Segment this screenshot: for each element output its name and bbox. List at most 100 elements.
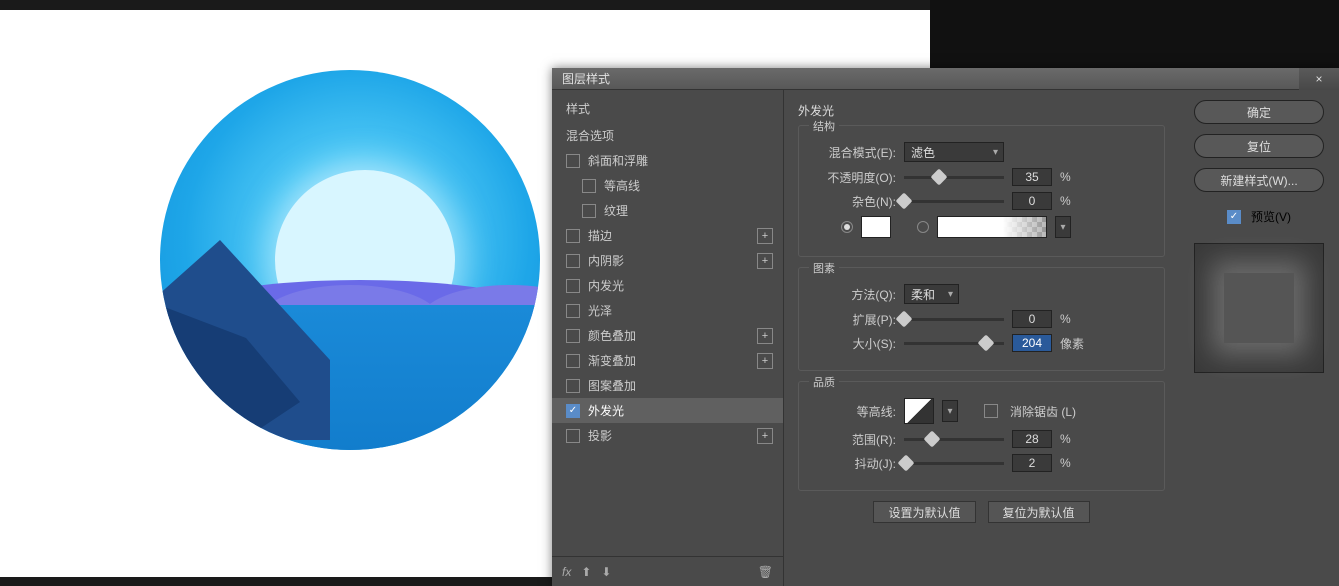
style-contour[interactable]: 等高线 bbox=[552, 173, 783, 198]
dialog-buttons: 确定 复位 新建样式(W)... ✓ 预览(V) bbox=[1179, 90, 1339, 586]
checkbox[interactable] bbox=[566, 304, 580, 318]
preview-label: 预览(V) bbox=[1251, 208, 1291, 225]
size-slider[interactable] bbox=[904, 342, 1004, 345]
noise-input[interactable] bbox=[1012, 192, 1052, 210]
contour-picker[interactable] bbox=[904, 398, 934, 424]
unit-label: % bbox=[1060, 170, 1090, 184]
contour-dropdown[interactable]: ▾ bbox=[942, 400, 958, 422]
color-radio[interactable] bbox=[841, 221, 853, 233]
style-texture[interactable]: 纹理 bbox=[552, 198, 783, 223]
ok-button[interactable]: 确定 bbox=[1194, 100, 1324, 124]
gradient-radio[interactable] bbox=[917, 221, 929, 233]
range-label: 范围(R): bbox=[811, 431, 896, 448]
checkbox-checked[interactable]: ✓ bbox=[566, 404, 580, 418]
trash-icon[interactable]: 🗑 bbox=[758, 565, 773, 579]
dialog-titlebar[interactable]: 图层样式 × bbox=[552, 68, 1339, 90]
styles-footer: fx ⬆ ⬇ 🗑 bbox=[552, 556, 783, 586]
fx-icon[interactable]: fx bbox=[562, 565, 571, 579]
group-label: 图素 bbox=[809, 260, 839, 276]
jitter-slider[interactable] bbox=[904, 462, 1004, 465]
artwork-circle bbox=[160, 70, 540, 450]
structure-group: 结构 混合模式(E): 滤色 不透明度(O): % 杂色(N): % bbox=[798, 125, 1165, 257]
spread-slider[interactable] bbox=[904, 318, 1004, 321]
color-swatch[interactable] bbox=[861, 216, 891, 238]
preview-checkbox[interactable]: ✓ bbox=[1227, 210, 1241, 224]
size-input[interactable] bbox=[1012, 334, 1052, 352]
unit-label: % bbox=[1060, 312, 1090, 326]
style-stroke[interactable]: 描边+ bbox=[552, 223, 783, 248]
opacity-label: 不透明度(O): bbox=[811, 169, 896, 186]
jitter-input[interactable] bbox=[1012, 454, 1052, 472]
technique-label: 方法(Q): bbox=[811, 286, 896, 303]
checkbox[interactable] bbox=[566, 429, 580, 443]
checkbox[interactable] bbox=[566, 354, 580, 368]
style-gradient-overlay[interactable]: 渐变叠加+ bbox=[552, 348, 783, 373]
dialog-title: 图层样式 bbox=[562, 70, 610, 87]
add-icon[interactable]: + bbox=[757, 328, 773, 344]
jitter-label: 抖动(J): bbox=[811, 455, 896, 472]
style-inner-shadow[interactable]: 内阴影+ bbox=[552, 248, 783, 273]
noise-slider[interactable] bbox=[904, 200, 1004, 203]
style-drop-shadow[interactable]: 投影+ bbox=[552, 423, 783, 448]
arrow-down-icon[interactable]: ⬇ bbox=[601, 565, 611, 579]
new-style-button[interactable]: 新建样式(W)... bbox=[1194, 168, 1324, 192]
arrow-up-icon[interactable]: ⬆ bbox=[581, 565, 591, 579]
reset-default-button[interactable]: 复位为默认值 bbox=[988, 501, 1090, 523]
preview-swatch bbox=[1224, 273, 1294, 343]
gradient-dropdown[interactable]: ▾ bbox=[1055, 216, 1071, 238]
technique-select[interactable]: 柔和 bbox=[904, 284, 959, 304]
range-input[interactable] bbox=[1012, 430, 1052, 448]
opacity-slider[interactable] bbox=[904, 176, 1004, 179]
make-default-button[interactable]: 设置为默认值 bbox=[873, 501, 975, 523]
style-inner-glow[interactable]: 内发光 bbox=[552, 273, 783, 298]
add-icon[interactable]: + bbox=[757, 253, 773, 269]
preview-box bbox=[1194, 243, 1324, 373]
unit-label: 像素 bbox=[1060, 335, 1090, 352]
spread-input[interactable] bbox=[1012, 310, 1052, 328]
styles-list: 样式 混合选项 斜面和浮雕 等高线 纹理 描边+ 内阴影+ 内发光 光泽 颜色叠… bbox=[552, 90, 784, 586]
dialog-body: 样式 混合选项 斜面和浮雕 等高线 纹理 描边+ 内阴影+ 内发光 光泽 颜色叠… bbox=[552, 90, 1339, 586]
checkbox[interactable] bbox=[566, 229, 580, 243]
gradient-swatch[interactable] bbox=[937, 216, 1047, 238]
unit-label: % bbox=[1060, 456, 1090, 470]
antialias-label: 消除锯齿 (L) bbox=[1010, 403, 1076, 420]
elements-group: 图素 方法(Q): 柔和 扩展(P): % 大小(S): 像素 bbox=[798, 267, 1165, 371]
cancel-button[interactable]: 复位 bbox=[1194, 134, 1324, 158]
add-icon[interactable]: + bbox=[757, 353, 773, 369]
range-slider[interactable] bbox=[904, 438, 1004, 441]
outer-glow-settings: 外发光 结构 混合模式(E): 滤色 不透明度(O): % 杂色(N): bbox=[784, 90, 1179, 586]
noise-label: 杂色(N): bbox=[811, 193, 896, 210]
section-title: 外发光 bbox=[798, 102, 1165, 119]
quality-group: 品质 等高线: ▾ 消除锯齿 (L) 范围(R): % 抖动(J): bbox=[798, 381, 1165, 491]
checkbox[interactable] bbox=[582, 204, 596, 218]
style-pattern-overlay[interactable]: 图案叠加 bbox=[552, 373, 783, 398]
checkbox[interactable] bbox=[582, 179, 596, 193]
blend-mode-select[interactable]: 滤色 bbox=[904, 142, 1004, 162]
size-label: 大小(S): bbox=[811, 335, 896, 352]
group-label: 品质 bbox=[809, 374, 839, 390]
style-color-overlay[interactable]: 颜色叠加+ bbox=[552, 323, 783, 348]
checkbox[interactable] bbox=[566, 154, 580, 168]
blend-mode-label: 混合模式(E): bbox=[811, 144, 896, 161]
checkbox[interactable] bbox=[566, 254, 580, 268]
style-outer-glow[interactable]: ✓外发光 bbox=[552, 398, 783, 423]
layer-style-dialog: 图层样式 × 样式 混合选项 斜面和浮雕 等高线 纹理 描边+ 内阴影+ 内发光… bbox=[552, 68, 1339, 586]
styles-header: 样式 bbox=[552, 90, 783, 123]
add-icon[interactable]: + bbox=[757, 228, 773, 244]
checkbox[interactable] bbox=[566, 329, 580, 343]
spread-label: 扩展(P): bbox=[811, 311, 896, 328]
style-satin[interactable]: 光泽 bbox=[552, 298, 783, 323]
checkbox[interactable] bbox=[566, 279, 580, 293]
unit-label: % bbox=[1060, 432, 1090, 446]
style-blend-options[interactable]: 混合选项 bbox=[552, 123, 783, 148]
unit-label: % bbox=[1060, 194, 1090, 208]
checkbox[interactable] bbox=[566, 379, 580, 393]
right-panel-dark bbox=[930, 0, 1339, 70]
opacity-input[interactable] bbox=[1012, 168, 1052, 186]
antialias-checkbox[interactable] bbox=[984, 404, 998, 418]
group-label: 结构 bbox=[809, 118, 839, 134]
style-bevel[interactable]: 斜面和浮雕 bbox=[552, 148, 783, 173]
close-button[interactable]: × bbox=[1299, 68, 1339, 90]
add-icon[interactable]: + bbox=[757, 428, 773, 444]
contour-label: 等高线: bbox=[811, 403, 896, 420]
